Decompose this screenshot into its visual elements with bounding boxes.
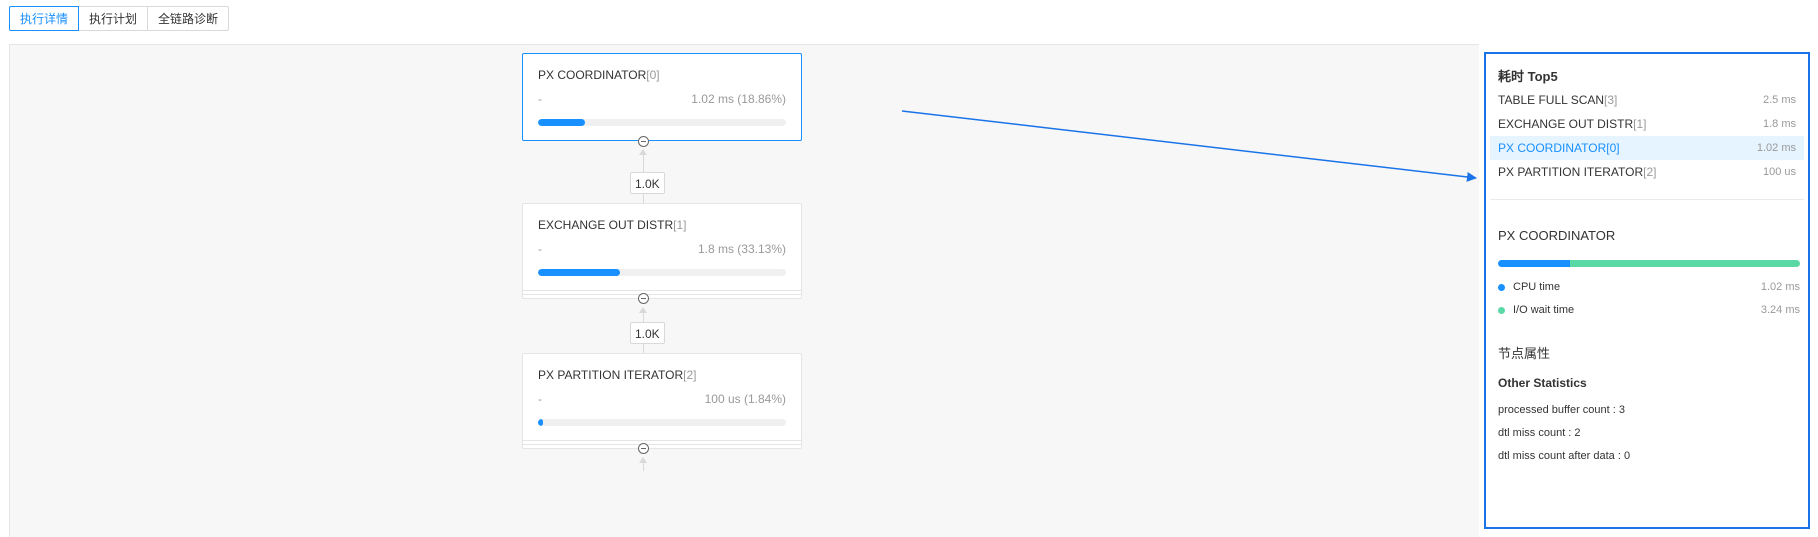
node-progress-fill [538,269,621,276]
top5-item-value: 100 us [1762,166,1796,178]
top5-item-index: [0] [1606,141,1620,155]
node-dash: - [538,92,542,106]
plan-canvas[interactable]: PX COORDINATOR[0] - 1.02 ms (18.86%) 1.0… [9,44,1479,537]
tab-execution-plan[interactable]: 执行计划 [78,6,149,31]
top5-item-name: TABLE FULL SCAN [1498,93,1605,107]
top5-item[interactable]: EXCHANGE OUT DISTR[1] 1.8 ms [1490,112,1804,136]
top5-item-value: 2.5 ms [1762,94,1796,106]
stat-row: dtl miss count : 2 [1498,427,1581,439]
node-title: EXCHANGE OUT DISTR[1] [538,218,686,232]
node-time: 1.8 ms (33.13%) [697,242,786,256]
node-name: PX COORDINATOR [538,68,647,82]
legend-label: CPU time [1513,281,1561,293]
plan-node-px-coordinator[interactable]: PX COORDINATOR[0] - 1.02 ms (18.86%) [522,53,802,141]
legend-value: 3.24 ms [1760,304,1800,316]
io-dot-icon [1498,306,1505,314]
node-dash: - [538,242,542,256]
stat-row: dtl miss count after data : 0 [1498,450,1631,462]
top5-item-index: [3] [1604,93,1618,107]
tab-bar: 执行详情 执行计划 全链路诊断 [9,6,230,31]
node-name: EXCHANGE OUT DISTR [538,218,674,232]
node-name: PX PARTITION ITERATOR [538,368,684,382]
node-progress-bar [538,419,786,426]
edge-arrow-icon [639,307,647,313]
detail-node-title: PX COORDINATOR [1498,228,1616,243]
collapse-icon[interactable] [638,136,649,147]
top5-item-name: EXCHANGE OUT DISTR [1498,117,1634,131]
node-time: 100 us (1.84%) [704,392,786,406]
node-progress-fill [538,119,585,126]
collapse-icon[interactable] [638,293,649,304]
node-progress-fill [538,419,543,426]
plan-node-px-partition-iterator[interactable]: PX PARTITION ITERATOR[2] - 100 us (1.84%… [522,353,802,441]
legend-value: 1.02 ms [1760,281,1800,293]
io-wait-segment [1570,260,1800,267]
node-index: [1] [673,218,687,232]
edge-arrow-icon [639,149,647,155]
top5-item[interactable]: TABLE FULL SCAN[3] 2.5 ms [1490,88,1804,112]
top5-item-index: [1] [1633,117,1647,131]
node-detail-panel: 耗时 Top5 TABLE FULL SCAN[3] 2.5 ms EXCHAN… [1484,52,1810,529]
collapse-icon[interactable] [638,443,649,454]
top5-title: 耗时 Top5 [1498,69,1558,84]
tab-full-link-diagnosis[interactable]: 全链路诊断 [147,6,230,31]
node-time: 1.02 ms (18.86%) [691,92,786,106]
top5-item[interactable]: PX PARTITION ITERATOR[2] 100 us [1490,160,1804,184]
plan-node-exchange-out-distr[interactable]: EXCHANGE OUT DISTR[1] - 1.8 ms (33.13%) [522,203,802,291]
top5-item-name: PX PARTITION ITERATOR [1498,165,1644,179]
cpu-dot-icon [1498,283,1505,291]
top5-item-name: PX COORDINATOR [1498,141,1607,155]
edge-row-count-label: 1.0K [630,322,665,344]
cpu-time-segment [1498,260,1571,267]
node-properties-title: 节点属性 [1498,346,1551,361]
node-dash: - [538,392,542,406]
top5-item-value: 1.02 ms [1756,142,1796,154]
stat-row: processed buffer count : 3 [1498,404,1625,416]
node-title: PX COORDINATOR[0] [538,68,660,82]
node-title: PX PARTITION ITERATOR[2] [538,368,696,382]
legend-io-wait-time: I/O wait time 3.24 ms [1498,301,1800,319]
top5-item-index: [2] [1643,165,1657,179]
node-index: [2] [683,368,697,382]
node-progress-bar [538,269,786,276]
divider [1490,199,1804,200]
edge-row-count-label: 1.0K [630,172,665,194]
top5-item-selected[interactable]: PX COORDINATOR[0] 1.02 ms [1490,136,1804,160]
top5-item-value: 1.8 ms [1762,118,1796,130]
legend-cpu-time: CPU time 1.02 ms [1498,278,1800,296]
node-index: [0] [646,68,660,82]
node-progress-bar [538,119,786,126]
legend-label: I/O wait time [1513,304,1575,316]
tab-execution-details[interactable]: 执行详情 [9,6,80,31]
other-statistics-title: Other Statistics [1498,376,1587,390]
edge-line [643,461,644,471]
time-breakdown-bar [1498,260,1800,267]
